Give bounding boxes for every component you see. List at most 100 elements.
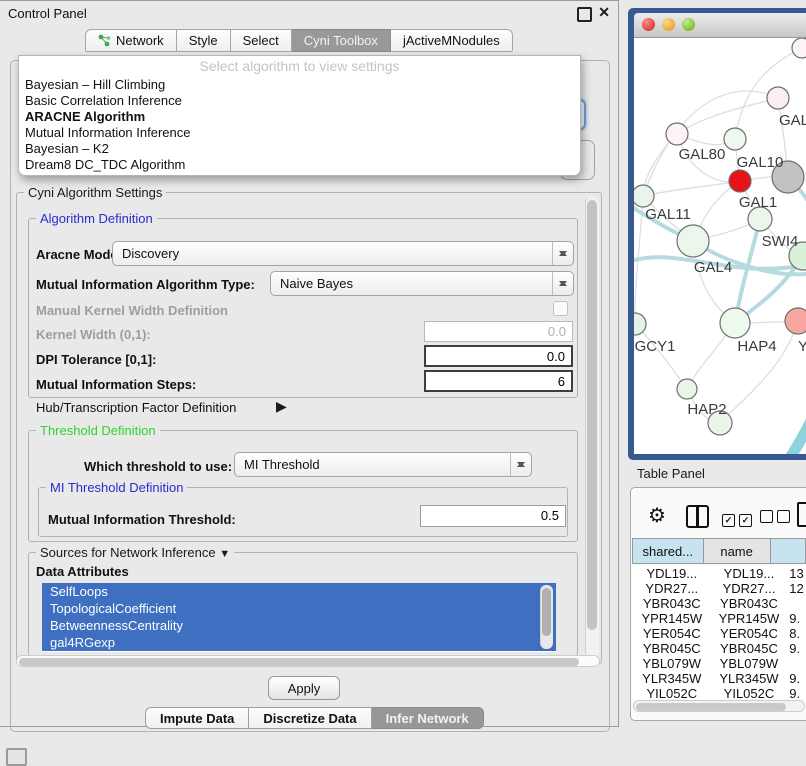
- mi-type-combo[interactable]: Naive Bayes: [270, 271, 574, 296]
- column-header-name[interactable]: name: [704, 538, 771, 564]
- node-label: GAL11: [645, 206, 691, 223]
- tab-jactivemnodules[interactable]: jActiveMNodules: [391, 29, 513, 52]
- tab-select[interactable]: Select: [231, 29, 292, 52]
- table-panel-title: Table Panel: [637, 466, 705, 481]
- network-canvas[interactable]: GAL GAL80 GAL10 GAL1 GAL11 SWI4 GAL4 GCY…: [634, 38, 806, 454]
- table-row[interactable]: YDL19...YDL19...13: [632, 566, 806, 581]
- mi-threshold-label: Mutual Information Threshold:: [48, 512, 236, 527]
- table-hscrollbar[interactable]: [633, 700, 805, 712]
- combo-arrows-icon: [510, 453, 531, 476]
- table-row[interactable]: YER054CYER054C8.: [632, 626, 806, 641]
- settings-hscrollbar-thumb[interactable]: [19, 658, 579, 666]
- dropdown-item-selected[interactable]: ARACNE Algorithm: [19, 109, 580, 125]
- network-node[interactable]: [677, 225, 709, 257]
- collapsed-arrow-icon[interactable]: ▶: [276, 398, 287, 415]
- table-row[interactable]: YBR045CYBR045C9.: [632, 641, 806, 656]
- kernel-width-label: Kernel Width (0,1):: [36, 327, 151, 342]
- dropdown-item[interactable]: Dream8 DC_TDC Algorithm: [19, 157, 580, 173]
- tab-infer-network[interactable]: Infer Network: [372, 707, 484, 729]
- algorithm-definition-title: Algorithm Definition: [36, 211, 157, 226]
- mi-type-label: Mutual Information Algorithm Type:: [36, 277, 255, 292]
- settings-scrollbar-thumb[interactable]: [587, 200, 597, 630]
- dpi-tolerance-field[interactable]: 0.0: [424, 345, 573, 367]
- tab-network[interactable]: Network: [85, 29, 177, 52]
- network-node[interactable]: [785, 308, 806, 334]
- tab-discretize-data[interactable]: Discretize Data: [249, 707, 371, 729]
- dropdown-item[interactable]: Basic Correlation Inference: [19, 93, 580, 109]
- tab-style[interactable]: Style: [177, 29, 231, 52]
- network-node[interactable]: [792, 38, 806, 58]
- network-window-titlebar[interactable]: [634, 13, 806, 38]
- network-node[interactable]: [720, 308, 750, 338]
- new-table-icon[interactable]: [797, 502, 806, 527]
- network-node[interactable]: [666, 123, 688, 145]
- close-traffic-light[interactable]: [642, 18, 655, 31]
- dropdown-item[interactable]: Bayesian – Hill Climbing: [19, 77, 580, 93]
- deselect-all-columns-icon[interactable]: [760, 510, 794, 528]
- aracne-mode-combo[interactable]: Discovery: [112, 241, 574, 266]
- manual-kernel-label: Manual Kernel Width Definition: [36, 303, 228, 318]
- table-row[interactable]: YBR043CYBR043C: [632, 596, 806, 611]
- close-icon[interactable]: ✕: [598, 4, 610, 21]
- list-item[interactable]: TopologicalCoefficient: [42, 600, 556, 617]
- list-item[interactable]: BetweennessCentrality: [42, 617, 556, 634]
- column-layout-icon[interactable]: [686, 505, 709, 528]
- sources-group-title: Sources for Network Inference ▼: [36, 545, 234, 560]
- select-all-columns-icon[interactable]: ✓✓: [722, 510, 756, 528]
- table-header-row: shared... name: [632, 538, 806, 564]
- top-tab-bar: Network Style Select Cyni Toolbox jActiv…: [85, 29, 513, 52]
- table-body: YDL19...YDL19...13 YDR27...YDR27...12 YB…: [632, 566, 806, 699]
- mi-steps-field[interactable]: 6: [424, 370, 573, 392]
- column-header-clipped[interactable]: [771, 538, 806, 564]
- aracne-mode-label: Aracne Mode:: [36, 247, 122, 262]
- network-edges-strong: [634, 177, 806, 323]
- tab-impute-data[interactable]: Impute Data: [145, 707, 249, 729]
- settings-scrollbar[interactable]: [585, 196, 599, 658]
- network-node[interactable]: [634, 185, 654, 207]
- dropdown-item[interactable]: Bayesian – K2: [19, 141, 580, 157]
- minimized-window-icon[interactable]: [6, 748, 27, 766]
- node-label: GAL10: [737, 154, 784, 171]
- data-attributes-list: SelfLoops TopologicalCoefficient Between…: [42, 583, 556, 652]
- node-label: GAL1: [739, 194, 777, 211]
- zoom-traffic-light[interactable]: [682, 18, 695, 31]
- mi-threshold-field[interactable]: 0.5: [420, 505, 566, 527]
- table-row[interactable]: YLR345WYLR345W9.: [632, 671, 806, 686]
- network-icon: [98, 34, 111, 47]
- settings-group-title: Cyni Algorithm Settings: [24, 185, 166, 200]
- gear-icon[interactable]: ⚙: [648, 503, 666, 528]
- table-row[interactable]: YPR145WYPR145W9.: [632, 611, 806, 626]
- list-item[interactable]: SelfLoops: [42, 583, 556, 600]
- network-node-red[interactable]: [729, 170, 751, 192]
- mi-threshold-group-title: MI Threshold Definition: [46, 480, 187, 495]
- attributes-scrollbar-thumb[interactable]: [542, 588, 551, 636]
- settings-hscrollbar[interactable]: [16, 655, 600, 667]
- column-header-shared-name[interactable]: shared...: [632, 538, 704, 564]
- table-row[interactable]: YBL079WYBL079W: [632, 656, 806, 671]
- network-node[interactable]: [724, 128, 746, 150]
- network-node[interactable]: [677, 379, 697, 399]
- apply-button[interactable]: Apply: [268, 676, 340, 700]
- combo-arrows-icon: [552, 242, 573, 265]
- network-graph: GAL GAL80 GAL10 GAL1 GAL11 SWI4 GAL4 GCY…: [634, 38, 806, 454]
- table-row[interactable]: YDR27...YDR27...12: [632, 581, 806, 596]
- table-row[interactable]: YIL052CYIL052C9.: [632, 686, 806, 699]
- minimize-traffic-light[interactable]: [662, 18, 675, 31]
- dropdown-item[interactable]: Mutual Information Inference: [19, 125, 580, 141]
- node-label: HAP2: [687, 401, 726, 418]
- hub-definition-label[interactable]: Hub/Transcription Factor Definition: [36, 400, 236, 415]
- tab-cyni-toolbox[interactable]: Cyni Toolbox: [292, 29, 391, 52]
- list-item[interactable]: gal4RGexp: [42, 634, 556, 651]
- which-threshold-combo[interactable]: MI Threshold: [234, 452, 532, 477]
- kernel-width-field[interactable]: 0.0: [424, 321, 573, 342]
- manual-kernel-checkbox[interactable]: [553, 301, 568, 316]
- network-node[interactable]: [767, 87, 789, 109]
- network-node[interactable]: [634, 313, 646, 335]
- expanded-arrow-icon[interactable]: ▼: [219, 548, 230, 560]
- network-edge-thick: [784, 398, 806, 454]
- table-hscrollbar-thumb[interactable]: [636, 703, 786, 711]
- float-window-icon[interactable]: [577, 7, 592, 22]
- node-label: HAP4: [737, 338, 776, 355]
- attributes-scrollbar[interactable]: [540, 585, 553, 649]
- dpi-tolerance-label: DPI Tolerance [0,1]:: [36, 352, 156, 367]
